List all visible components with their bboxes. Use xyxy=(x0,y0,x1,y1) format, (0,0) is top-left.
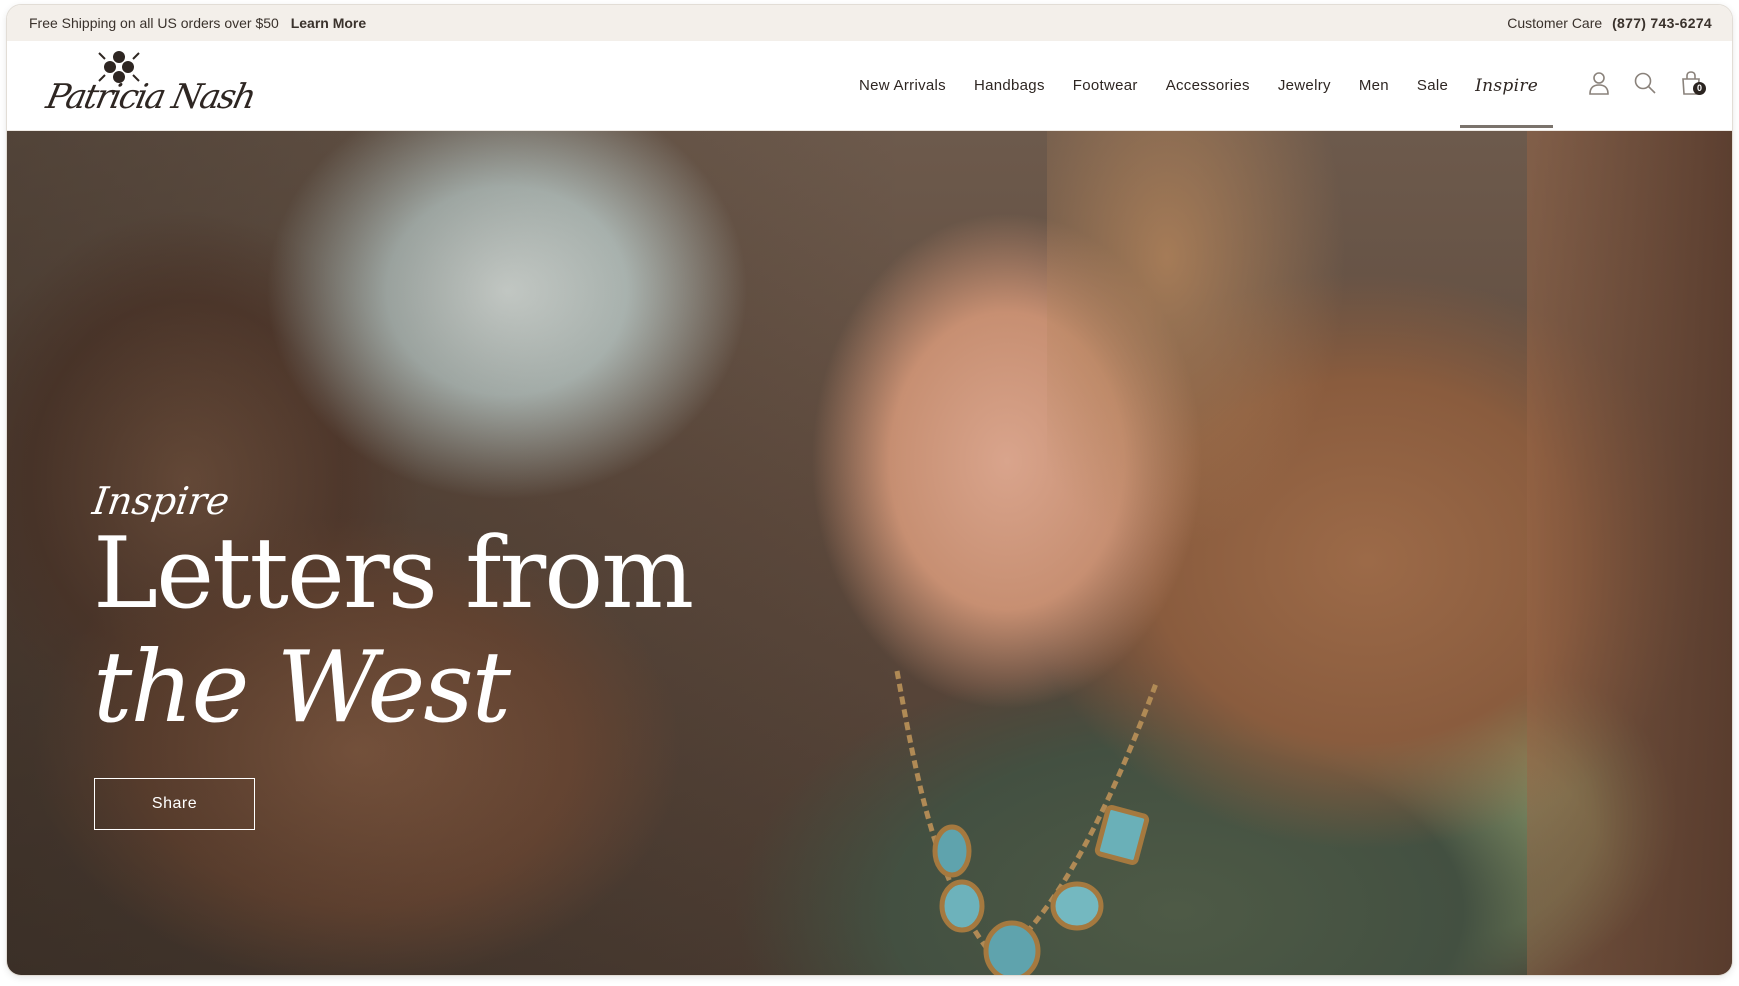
customer-care-phone[interactable]: (877) 743-6274 xyxy=(1612,15,1712,31)
nav-item-jewelry[interactable]: Jewelry xyxy=(1264,77,1345,94)
free-shipping-text: Free Shipping on all US orders over $50 xyxy=(29,15,279,31)
nav-item-inspire[interactable]: Inspire xyxy=(1460,76,1554,128)
logo-script-text: Patricia Nash xyxy=(42,77,259,117)
share-button[interactable]: Share xyxy=(94,778,255,830)
necklace-illustration xyxy=(894,670,1160,975)
header-icons: 0 xyxy=(1587,69,1706,97)
nav-item-sale[interactable]: Sale xyxy=(1403,77,1462,94)
main-nav: New Arrivals Handbags Footwear Accessori… xyxy=(845,41,1554,130)
customer-care-label: Customer Care xyxy=(1507,15,1603,31)
promo-left: Free Shipping on all US orders over $50 … xyxy=(29,15,366,31)
learn-more-link[interactable]: Learn More xyxy=(291,15,366,31)
promo-bar: Free Shipping on all US orders over $50 … xyxy=(7,5,1732,41)
nav-item-handbags[interactable]: Handbags xyxy=(960,77,1059,94)
hero-banner: Inspire Letters from the West Share xyxy=(7,131,1732,975)
account-icon[interactable] xyxy=(1587,69,1611,97)
hero-headline-line2: the West xyxy=(93,630,511,745)
hero-headline-line1: Letters from xyxy=(93,517,694,631)
nav-item-accessories[interactable]: Accessories xyxy=(1152,77,1264,94)
cart-count-badge: 0 xyxy=(1693,82,1706,95)
customer-care: Customer Care (877) 743-6274 xyxy=(1507,15,1712,31)
site-header: Patricia Nash New Arrivals Handbags Foot… xyxy=(7,41,1732,131)
hero-photo-hair xyxy=(1047,131,1347,551)
page-frame: Free Shipping on all US orders over $50 … xyxy=(7,5,1732,975)
brand-logo[interactable]: Patricia Nash xyxy=(43,49,258,124)
hero-photo-seat xyxy=(1527,131,1732,975)
shopping-bag-icon[interactable]: 0 xyxy=(1679,69,1706,97)
nav-item-new-arrivals[interactable]: New Arrivals xyxy=(845,77,960,94)
hero-headline: Letters from the West xyxy=(93,517,694,745)
search-icon[interactable] xyxy=(1633,69,1657,97)
nav-item-footwear[interactable]: Footwear xyxy=(1059,77,1152,94)
nav-item-men[interactable]: Men xyxy=(1345,77,1403,94)
